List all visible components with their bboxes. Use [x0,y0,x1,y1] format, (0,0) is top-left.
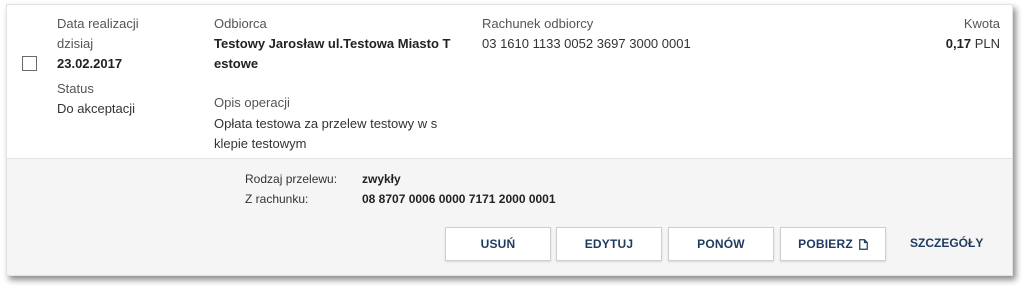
recipient-label: Odbiorca [214,16,267,31]
account-label: Rachunek odbiorcy [482,16,594,31]
recipient-name-line2: estowe [214,56,259,71]
transfer-card: Data realizacji dzisiaj 23.02.2017 Statu… [6,4,1013,276]
date-label: Data realizacji [57,16,139,31]
from-account-value: 08 8707 0006 0000 7171 2000 0001 [362,192,556,206]
from-account-label: Z rachunku: [245,192,309,206]
transfer-type-value: zwykły [362,172,401,186]
delete-button[interactable]: USUŃ [445,227,551,261]
description-label: Opis operacji [214,95,290,110]
download-button-label: POBIERZ [798,237,853,251]
repeat-button-label: PONÓW [697,237,745,251]
amount: 0,17 PLN [946,36,1000,51]
amount-value: 0,17 [945,36,972,51]
date-relative: dzisiaj [57,36,94,51]
description-line2: klepie testowym [214,136,307,151]
repeat-button[interactable]: PONÓW [668,227,774,261]
edit-button-label: EDYTUJ [584,237,634,251]
details-link-label: SZCZEGÓŁY [910,236,984,250]
details-link[interactable]: SZCZEGÓŁY [910,227,983,259]
status-value: Do akceptacji [57,101,136,116]
delete-button-label: USUŃ [480,237,516,251]
transfer-summary: Data realizacji dzisiaj 23.02.2017 Statu… [7,5,1012,158]
status-label: Status [57,81,94,96]
download-button[interactable]: POBIERZ [780,227,886,261]
document-icon [859,238,868,250]
select-checkbox[interactable] [22,56,37,71]
transfer-type-label: Rodzaj przelewu: [245,172,338,186]
edit-button[interactable]: EDYTUJ [556,227,662,261]
description-line1: Opłata testowa za przelew testowy w s [214,116,438,131]
recipient-name-line1: Testowy Jarosław ul.Testowa Miasto T [214,36,451,51]
account-value: 03 1610 1133 0052 3697 3000 0001 [482,36,691,51]
amount-currency: PLN [974,36,1000,51]
date-value: 23.02.2017 [57,56,123,71]
amount-label: Kwota [963,16,1000,31]
